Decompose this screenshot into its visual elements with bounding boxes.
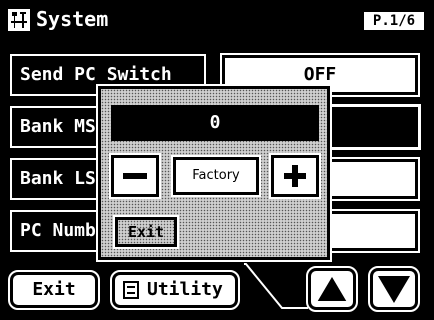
exit-button[interactable]: Exit bbox=[8, 270, 100, 310]
decrement-button[interactable] bbox=[109, 153, 161, 199]
triangle-up-icon bbox=[314, 273, 350, 303]
screen-title: System bbox=[36, 7, 109, 31]
bottom-bar: Exit Utility bbox=[0, 262, 434, 320]
utility-label: Utility bbox=[147, 279, 223, 300]
page-up-button[interactable] bbox=[306, 266, 358, 312]
list-icon bbox=[123, 281, 139, 299]
popup-value-display: 0 bbox=[111, 105, 319, 141]
triangle-down-icon bbox=[378, 276, 410, 303]
value-popup: 0 Factory Exit bbox=[96, 84, 332, 262]
page-indicator: P.1/6 bbox=[362, 10, 426, 32]
tools-icon bbox=[8, 9, 30, 31]
title-bar: System P.1/6 bbox=[0, 0, 434, 40]
plus-icon bbox=[284, 165, 306, 187]
utility-button[interactable]: Utility bbox=[110, 270, 240, 310]
factory-button[interactable]: Factory bbox=[171, 155, 261, 197]
page-down-button[interactable] bbox=[368, 266, 420, 312]
minus-icon bbox=[123, 173, 147, 179]
popup-exit-button[interactable]: Exit bbox=[113, 215, 179, 249]
system-screen: System P.1/6 Send PC Switch OFF Bank MSB… bbox=[0, 0, 434, 320]
increment-button[interactable] bbox=[269, 153, 321, 199]
tab-divider bbox=[244, 263, 308, 309]
